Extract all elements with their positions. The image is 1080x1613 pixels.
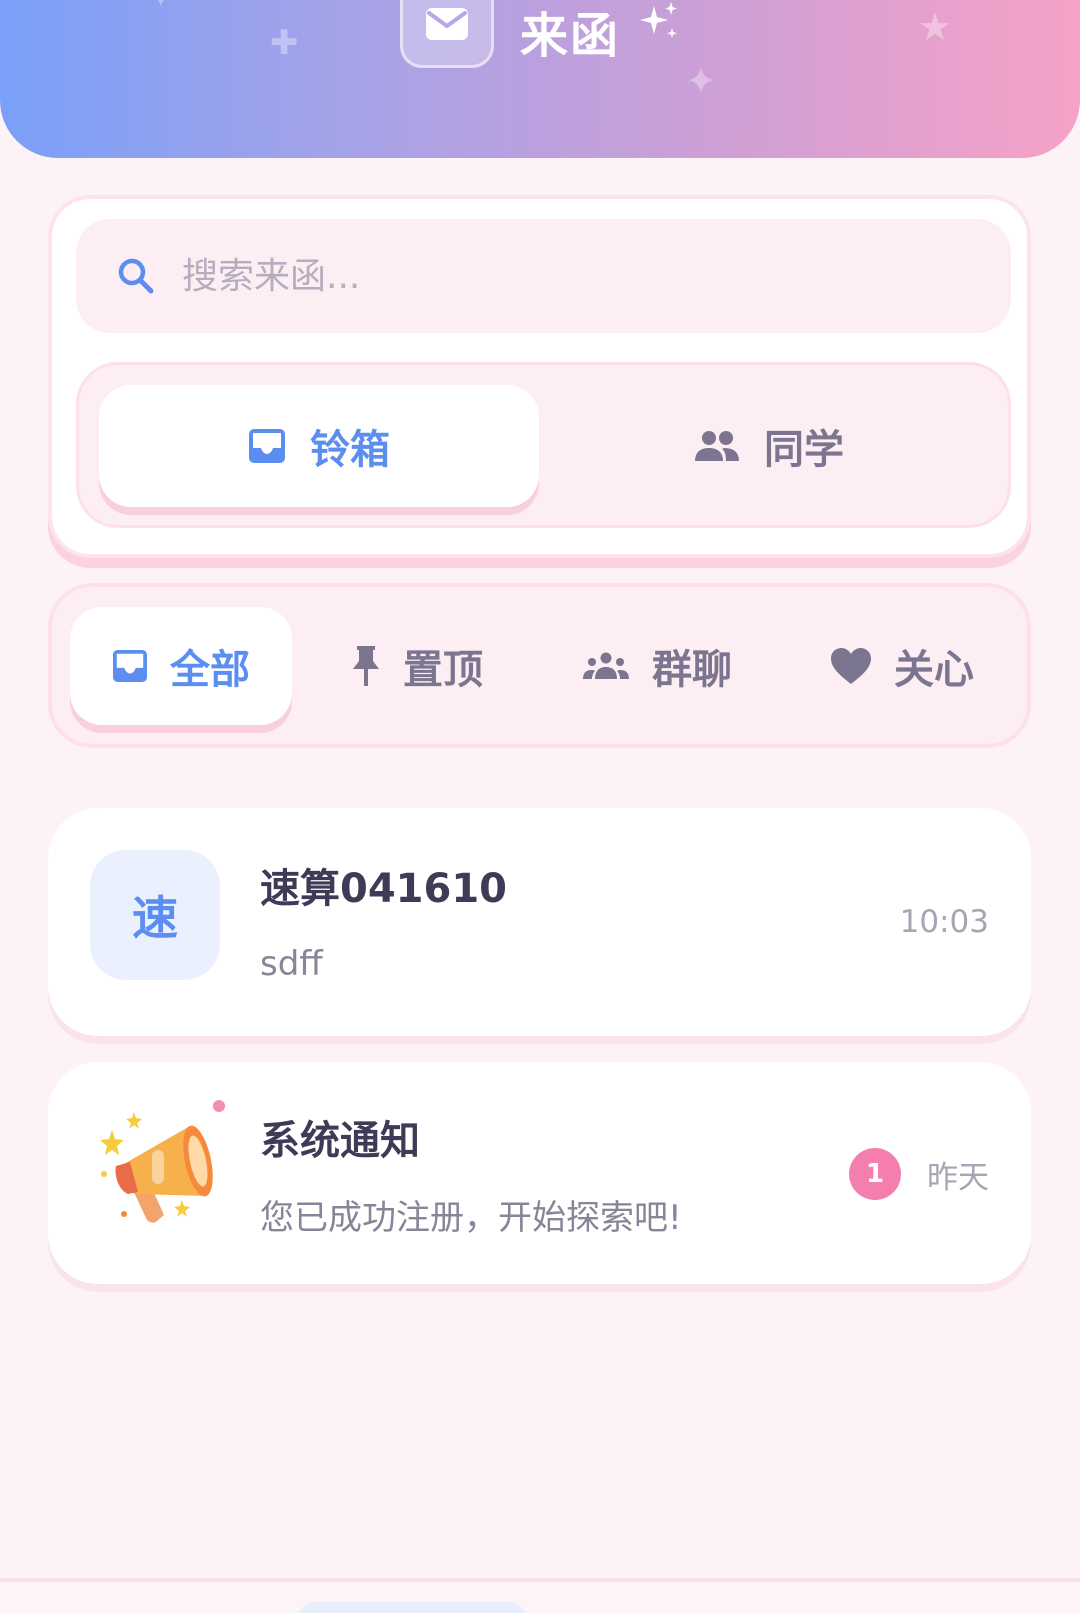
megaphone-icon [100,1112,213,1223]
pin-icon [353,646,379,686]
mailbox-segment: 铃箱 同学 [76,362,1011,528]
search-box[interactable] [76,219,1011,333]
heart-icon [831,648,871,684]
group-icon [583,652,629,679]
message-preview: sdff [260,944,323,984]
search-card: 铃箱 同学 [48,195,1031,558]
tab-group-chat[interactable]: 群聊 [542,607,772,725]
tab-all-label: 全部 [170,647,250,693]
bottom-nav-bar [0,1578,1080,1613]
search-icon [118,258,154,294]
tab-care-label: 关心 [894,647,974,693]
unread-dot [213,1100,225,1112]
filter-tabs: 全部 置顶 群聊 关心 [48,583,1031,748]
inbox-icon [249,429,285,463]
message-time: 昨天 [927,1160,989,1196]
bottom-nav-active-pill[interactable] [296,1602,528,1613]
message-preview: 您已成功注册，开始探索吧! [260,1198,682,1238]
star-decoration-icon: ✦ [150,0,172,12]
tab-all[interactable]: 全部 [70,607,292,725]
sparkle-icon [640,2,677,38]
search-input[interactable] [182,239,962,313]
page-title: 来函 [520,8,621,64]
message-title: 速算041610 [260,866,507,912]
segment-inbox-label: 铃箱 [310,427,390,473]
segment-classmates-label: 同学 [764,427,844,473]
avatar: 速 [90,850,220,980]
sparkle-decoration-icon: ✦ [685,59,717,103]
app-header: ✦ ✚ ✦ ★ 来函 [0,0,1080,158]
tab-pinned[interactable]: 置顶 [312,607,522,725]
tab-group-chat-label: 群聊 [652,647,732,693]
inbox-icon [113,649,147,683]
tab-care[interactable]: 关心 [787,607,1017,725]
segment-inbox[interactable]: 铃箱 [99,385,539,507]
star-decoration-icon: ★ [918,5,953,49]
list-item[interactable]: 速 速算041610 sdff 10:03 [48,808,1031,1036]
segment-classmates[interactable]: 同学 [549,385,989,507]
unread-badge: 1 [849,1148,901,1200]
message-time: 10:03 [899,904,989,940]
plus-decoration-icon: ✚ [270,23,299,63]
message-title: 系统通知 [260,1118,420,1164]
mail-icon [400,0,494,68]
tab-pinned-label: 置顶 [403,647,483,693]
people-icon [695,431,739,461]
list-item[interactable]: 系统通知 您已成功注册，开始探索吧! 1 昨天 [48,1062,1031,1284]
